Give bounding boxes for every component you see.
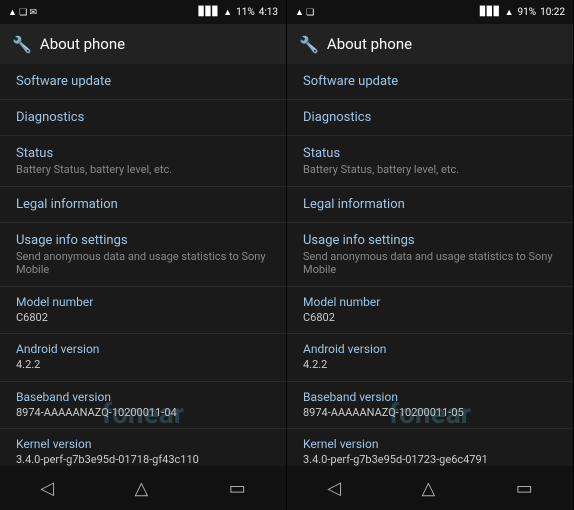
menu-item-1[interactable]: Diagnostics (0, 100, 286, 136)
battery-percent: 11% (236, 7, 255, 18)
info-label: Baseband version (16, 390, 270, 404)
menu-item-title: Diagnostics (303, 110, 557, 125)
signal-bars: ▊▊▊ (198, 7, 219, 17)
menu-item-4[interactable]: Usage info settings Send anonymous data a… (287, 223, 573, 287)
status-bar: ▲ ❑ ✉ ▊▊▊ ▲ 11% 4:13 (0, 0, 286, 24)
menu-item-title: Status (303, 146, 557, 161)
menu-item-4[interactable]: Usage info settings Send anonymous data a… (0, 223, 286, 287)
menu-item-subtitle: Battery Status, battery level, etc. (303, 163, 557, 176)
back-button[interactable]: ◁ (327, 478, 341, 499)
settings-icon: 🔧 (299, 35, 319, 54)
menu-item-title: Usage info settings (16, 233, 270, 248)
info-value: 4.2.2 (303, 357, 557, 372)
menu-item-subtitle: Send anonymous data and usage statistics… (303, 250, 557, 276)
phone-panel-left: ▲ ❑ ✉ ▊▊▊ ▲ 11% 4:13 🔧 About phone Softw… (0, 0, 287, 510)
recent-button[interactable]: ▭ (229, 478, 246, 499)
menu-item-title: Status (16, 146, 270, 161)
menu-item-title: Legal information (303, 197, 557, 212)
info-value: C6802 (303, 310, 557, 325)
info-value: 8974-AAAAANAZQ-10200011-04 (16, 405, 270, 420)
status-right: ▊▊▊ ▲ 11% 4:13 (198, 7, 278, 18)
recent-button[interactable]: ▭ (516, 478, 533, 499)
status-left: ▲ ❑ (295, 7, 314, 18)
home-button[interactable]: △ (134, 478, 148, 499)
menu-item-3[interactable]: Legal information (0, 187, 286, 223)
title-bar: 🔧 About phone (287, 24, 573, 64)
status-right: ▊▊▊ ▲ 91% 10:22 (480, 7, 565, 18)
info-item-2: Baseband version 8974-AAAAANAZQ-10200011… (287, 382, 573, 429)
status-icons: ▲ ❑ ✉ (8, 7, 37, 18)
menu-item-0[interactable]: Software update (0, 64, 286, 100)
nav-bar: ◁ △ ▭ (0, 466, 286, 510)
clock: 10:22 (540, 7, 565, 18)
phone-panel-right: ▲ ❑ ▊▊▊ ▲ 91% 10:22 🔧 About phone Softwa… (287, 0, 574, 510)
menu-item-3[interactable]: Legal information (287, 187, 573, 223)
info-label: Kernel version (16, 437, 270, 451)
wifi-icon: ▲ (505, 7, 514, 18)
wifi-icon: ▲ (223, 7, 232, 18)
info-value: 3.4.0-perf-g7b3e95d-01718-gf43c110 Build… (16, 452, 270, 466)
info-value: 3.4.0-perf-g7b3e95d-01723-ge6c4791 Build… (303, 452, 557, 466)
info-label: Android version (16, 342, 270, 356)
info-item-1: Android version 4.2.2 (287, 334, 573, 381)
info-value: 4.2.2 (16, 357, 270, 372)
info-item-0: Model number C6802 (287, 287, 573, 334)
info-label: Android version (303, 342, 557, 356)
info-item-3: Kernel version 3.4.0-perf-g7b3e95d-01723… (287, 429, 573, 466)
status-icons: ▲ ❑ (295, 7, 314, 18)
content-scroll[interactable]: Software update Diagnostics Status Battery … (0, 64, 286, 466)
page-title: About phone (40, 35, 125, 53)
signal-bars: ▊▊▊ (480, 7, 501, 17)
back-button[interactable]: ◁ (40, 478, 54, 499)
info-value: C6802 (16, 310, 270, 325)
page-title: About phone (327, 35, 412, 53)
menu-item-1[interactable]: Diagnostics (287, 100, 573, 136)
info-item-1: Android version 4.2.2 (0, 334, 286, 381)
content-scroll[interactable]: Software update Diagnostics Status Battery … (287, 64, 573, 466)
info-item-0: Model number C6802 (0, 287, 286, 334)
info-label: Model number (16, 295, 270, 309)
info-label: Model number (303, 295, 557, 309)
menu-item-title: Software update (303, 74, 557, 89)
status-left: ▲ ❑ ✉ (8, 7, 37, 18)
battery-percent: 91% (518, 7, 537, 18)
menu-item-title: Diagnostics (16, 110, 270, 125)
menu-item-title: Usage info settings (303, 233, 557, 248)
menu-item-2[interactable]: Status Battery Status, battery level, etc… (287, 136, 573, 187)
clock: 4:13 (259, 7, 278, 18)
menu-item-title: Legal information (16, 197, 270, 212)
menu-item-title: Software update (16, 74, 270, 89)
menu-item-2[interactable]: Status Battery Status, battery level, etc… (0, 136, 286, 187)
info-label: Kernel version (303, 437, 557, 451)
info-item-3: Kernel version 3.4.0-perf-g7b3e95d-01718… (0, 429, 286, 466)
nav-bar: ◁ △ ▭ (287, 466, 573, 510)
home-button[interactable]: △ (421, 478, 435, 499)
info-value: 8974-AAAAANAZQ-10200011-05 (303, 405, 557, 420)
info-item-2: Baseband version 8974-AAAAANAZQ-10200011… (0, 382, 286, 429)
title-bar: 🔧 About phone (0, 24, 286, 64)
menu-item-subtitle: Send anonymous data and usage statistics… (16, 250, 270, 276)
menu-item-subtitle: Battery Status, battery level, etc. (16, 163, 270, 176)
menu-item-0[interactable]: Software update (287, 64, 573, 100)
info-label: Baseband version (303, 390, 557, 404)
status-bar: ▲ ❑ ▊▊▊ ▲ 91% 10:22 (287, 0, 573, 24)
settings-icon: 🔧 (12, 35, 32, 54)
